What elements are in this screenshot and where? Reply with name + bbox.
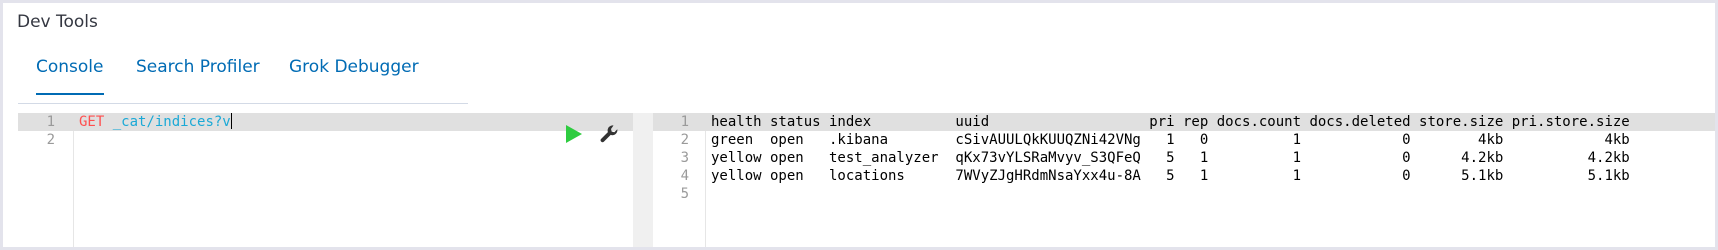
wrench-icon[interactable] [598,123,620,145]
tab-grok-debugger[interactable]: Grok Debugger [289,57,419,93]
text-cursor [230,113,232,129]
tab-search-profiler[interactable]: Search Profiler [136,57,260,93]
line-number: 2 [680,132,689,148]
output-line: 4 yellow open locations 7WVyZJgHRdmNsaYx… [653,167,1715,185]
output-text: yellow open locations 7WVyZJgHRdmNsaYxx4… [711,168,1630,184]
panel-resizer[interactable] [633,113,653,247]
line-number: 5 [680,186,689,202]
response-output: 1 health status index uuid pri rep docs.… [653,113,1715,247]
editor-line[interactable]: 1 GET _cat/indices?v [18,113,633,131]
output-line: 3 yellow open test_analyzer qKx73vYLSRaM… [653,149,1715,167]
editor-line[interactable]: 2 [18,131,633,149]
output-line: 5 [653,185,1715,203]
play-icon[interactable] [566,125,582,143]
request-code[interactable]: GET _cat/indices?v [79,113,232,131]
tab-bar: Console Search Profiler Grok Debugger [18,51,468,104]
request-method: GET [79,114,105,130]
output-text: green open .kibana cSivAUULQkKUUQZNi42VN… [711,132,1630,148]
output-text: yellow open test_analyzer qKx73vYLSRaMvy… [711,150,1630,166]
dev-tools-window: Dev Tools Console Search Profiler Grok D… [3,3,1715,247]
output-text: health status index uuid pri rep docs.co… [711,114,1630,130]
request-url: _cat/indices?v [112,114,231,130]
tab-console[interactable]: Console [36,57,104,95]
line-number: 2 [46,132,55,148]
line-number: 1 [46,114,55,130]
line-number: 3 [680,150,689,166]
output-line: 1 health status index uuid pri rep docs.… [653,113,1715,131]
request-editor[interactable]: 1 GET _cat/indices?v 2 [18,113,633,247]
app-title: Dev Tools [17,12,98,32]
output-line: 2 green open .kibana cSivAUULQkKUUQZNi42… [653,131,1715,149]
line-number: 1 [680,114,689,130]
line-number: 4 [680,168,689,184]
